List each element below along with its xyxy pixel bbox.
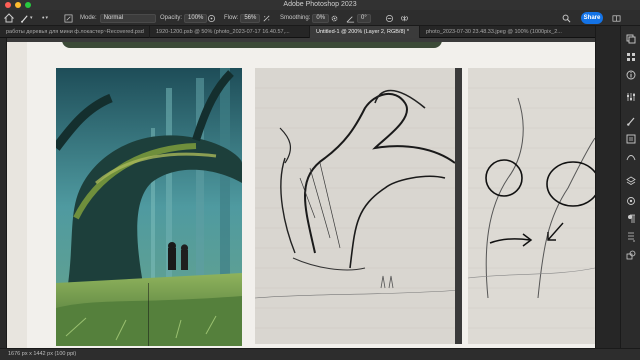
top-ruler[interactable] — [7, 38, 595, 42]
pressure-size-toggle[interactable] — [385, 13, 394, 23]
tree-sketch-left-image — [255, 68, 462, 344]
mode-select[interactable]: Normal — [99, 13, 156, 23]
brush-tool-preset[interactable]: ▾ — [20, 13, 33, 23]
document-tabs: работы деревья для мини ф.локастер~Recov… — [0, 26, 600, 38]
brush-size-picker[interactable]: • ▾ — [42, 13, 48, 23]
angle-control: 0° — [346, 13, 371, 23]
smoothing-options-button[interactable] — [330, 13, 339, 23]
smoothing-control: Smoothing: 0% — [280, 13, 330, 23]
tree-sketch-left — [255, 68, 462, 344]
airbrush-icon — [263, 15, 270, 21]
smoothing-input[interactable]: 0% — [312, 13, 330, 23]
search-icon — [562, 14, 571, 22]
panel-collapse-strip[interactable] — [596, 26, 621, 348]
symmetry-button[interactable] — [400, 13, 409, 23]
canvas-area[interactable] — [7, 38, 595, 348]
channels-icon[interactable] — [626, 196, 636, 206]
opacity-label: Opacity: — [160, 15, 183, 21]
pressure-opacity-icon — [207, 14, 216, 22]
brush-settings-icon — [64, 14, 73, 22]
info-icon[interactable] — [626, 70, 636, 80]
path-icon[interactable] — [626, 152, 636, 162]
smoothing-label: Smoothing: — [280, 15, 311, 21]
brush-icon — [21, 14, 28, 23]
airbrush-toggle[interactable] — [262, 13, 271, 23]
angle-input[interactable]: 0° — [357, 13, 371, 23]
flow-input[interactable]: 56% — [240, 13, 261, 23]
properties-icon[interactable] — [626, 134, 636, 144]
search-button[interactable] — [562, 13, 571, 23]
workspace-icon — [612, 14, 621, 22]
brush-preset-icon[interactable] — [626, 116, 636, 126]
butterfly-icon — [401, 15, 408, 21]
mode-control: Mode: Normal — [80, 13, 156, 23]
flow-control: Flow: 56% — [224, 13, 261, 23]
gear-icon — [331, 15, 338, 21]
dropdown-caret-icon: ▾ — [30, 15, 33, 21]
right-panel-dock — [595, 26, 640, 348]
document-dimensions[interactable]: 1676 px x 1442 px (100 ppi) — [8, 351, 76, 357]
color-icon[interactable] — [626, 34, 636, 44]
layers-icon[interactable] — [626, 176, 636, 186]
share-button[interactable]: Share — [581, 12, 603, 24]
angle-icon — [346, 15, 355, 23]
workspace-button[interactable] — [612, 13, 621, 23]
tab-1920-1200-psb[interactable]: 1920-1200.psb @ 50% (photo_2023-07-17 16… — [150, 26, 310, 38]
pressure-size-icon — [385, 14, 394, 22]
options-bar: ▾ • ▾ Mode: Normal Opacity: 100% Flow: 5… — [0, 10, 640, 26]
pressure-opacity-toggle[interactable] — [207, 13, 216, 23]
tree-sketch-right — [468, 68, 595, 344]
history-icon[interactable] — [626, 232, 636, 242]
forest-illustration-image — [56, 68, 242, 346]
title-bar: Adobe Photoshop 2023 — [0, 0, 640, 10]
shapes-icon[interactable] — [626, 250, 636, 260]
opacity-input[interactable]: 100% — [184, 13, 208, 23]
tab-untitled-1[interactable]: Untitled-1 @ 200% (Layer 2, RGB/8) * — [310, 26, 420, 38]
brush-settings-toggle[interactable] — [64, 13, 73, 23]
home-icon[interactable] — [4, 13, 14, 23]
tab-photo-jpeg[interactable]: photo_2023-07-30 23.48.33.jpeg @ 100% (1… — [420, 26, 600, 38]
tab-recovered-psd[interactable]: работы деревья для мини ф.локастер~Recov… — [0, 26, 150, 38]
mode-label: Mode: — [80, 15, 97, 21]
tools-panel[interactable] — [0, 38, 7, 348]
dropdown-caret-icon-2: ▾ — [45, 15, 48, 21]
status-bar: 1676 px x 1442 px (100 ppi) — [0, 348, 640, 360]
paragraph-icon[interactable] — [626, 214, 636, 224]
swatches-icon[interactable] — [626, 52, 636, 62]
brush-size-dot-icon: • — [42, 14, 45, 22]
adjust-icon[interactable] — [626, 92, 636, 102]
opacity-control: Opacity: 100% — [160, 13, 208, 23]
flow-label: Flow: — [224, 15, 239, 21]
tree-sketch-right-image — [468, 68, 595, 344]
forest-illustration — [56, 68, 242, 346]
app-title: Adobe Photoshop 2023 — [283, 1, 357, 8]
